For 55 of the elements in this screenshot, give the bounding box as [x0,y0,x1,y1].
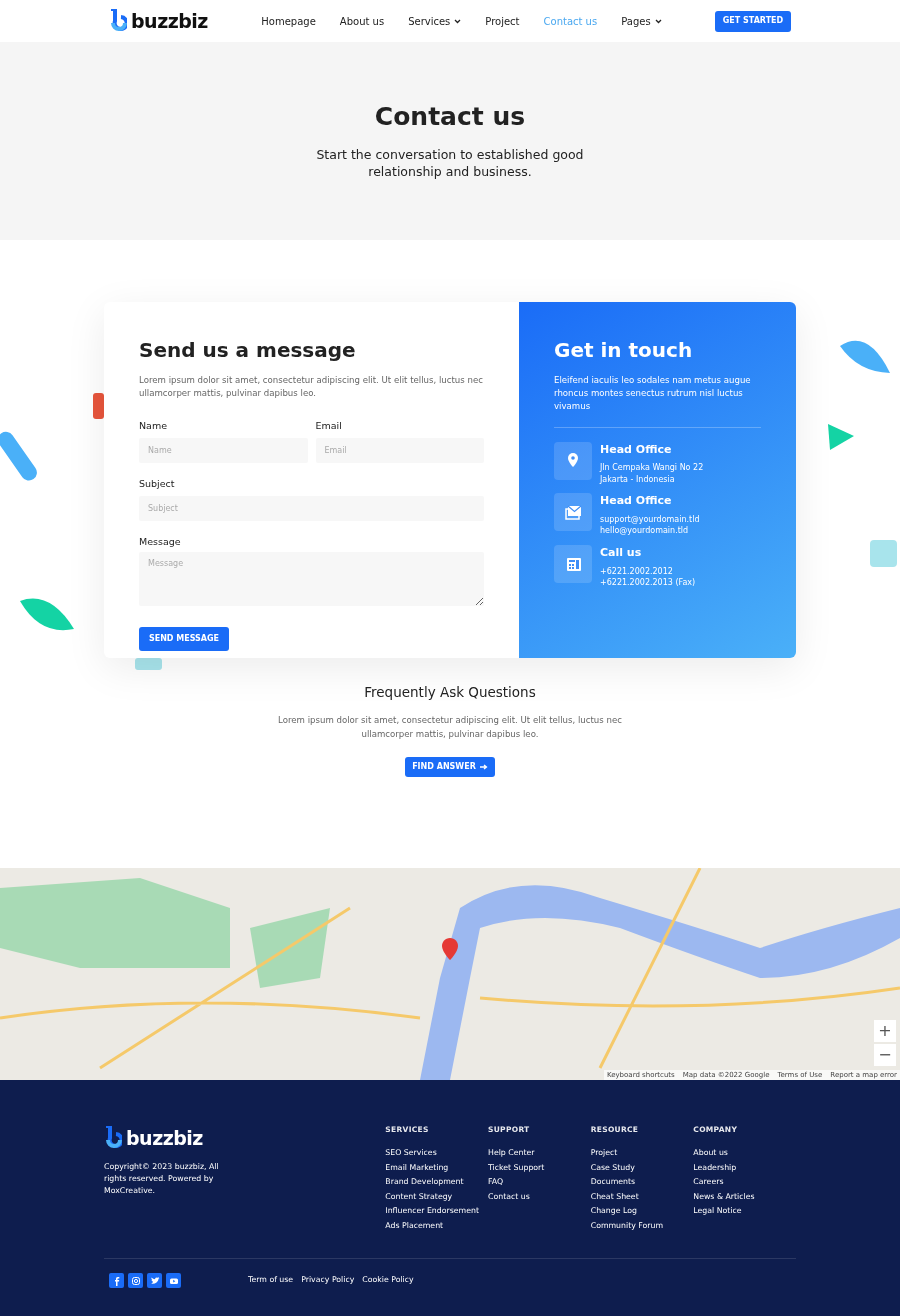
calculator-phone-icon [564,555,582,573]
input-field[interactable]: Name [139,437,308,463]
nav-link[interactable]: Services [408,13,462,29]
form-title: Send us a message [139,338,357,362]
find-answer-button[interactable]: FIND ANSWER [405,756,495,777]
decorative-shape [826,422,856,452]
field-label: Subject [139,476,176,491]
zoom-out-button[interactable]: − [874,1044,896,1066]
page-subtitle: Start the conversation to established good relationship and business. [315,145,585,181]
send-message-button[interactable]: SEND MESSAGE [139,627,229,652]
nav-link[interactable]: Pages [621,13,662,29]
instagram-icon [130,1275,141,1286]
arrow-right-icon [479,763,488,770]
logo-icon [104,1126,122,1151]
info-title: Head Office [600,493,673,510]
social-button[interactable] [166,1273,181,1289]
social-button[interactable] [109,1273,124,1289]
page-title: Contact us [374,101,526,132]
field-label: Message [139,535,182,550]
form-description: Lorem ipsum dolor sit amet, consectetur adipiscing elit. Ut elit tellus, luctus nec ullamcorper mattis, pulvinar dapibus leo. [139,374,484,401]
decorative-shape [93,393,104,419]
envelope-icon [564,503,582,521]
twitter-bird-icon [149,1275,160,1286]
contact-title: Get in touch [554,338,694,362]
info-title: Call us [600,545,643,562]
info-text: +6221.2002.2013 (Fax) [600,577,696,589]
input-field[interactable]: Email [315,437,484,463]
get-started-button[interactable]: GET STARTED [715,10,791,32]
info-text: Jln Cempaka Wangi No 22 [600,462,704,474]
info-text: hello@yourdomain.tld [600,525,690,538]
field-label: Name [139,418,169,433]
faq-title: Frequently Ask Questions [364,684,536,701]
zoom-in-button[interactable]: + [874,1020,896,1042]
brand-name: buzzbiz [131,8,208,34]
decorative-shape [20,596,75,632]
social-button[interactable] [128,1273,143,1289]
faq-description: Lorem ipsum dolor sit amet, consectetur adipiscing elit. Ut elit tellus, luctus nec ullamcorper mattis, pulvinar dapibus leo. [277,714,623,741]
field-label: Email [315,418,343,433]
info-text: Jakarta - Indonesia [600,473,676,486]
decorative-shape [135,658,162,670]
social-button[interactable] [147,1273,162,1289]
contact-description: Eleifend iaculis leo sodales nam metus augue rhoncus montes senectus rutrum nisl luctus vivamus [554,374,761,428]
caret-icon [454,18,462,24]
info-text: +6221.2002.2012 [600,565,674,578]
nav-link[interactable]: Homepage [261,13,316,29]
nav-link[interactable]: About us [339,13,385,29]
message-field[interactable]: Message [139,552,484,607]
input-field[interactable]: Subject [139,496,484,522]
nav-link[interactable]: Project [485,13,520,29]
decorative-shape [870,540,897,567]
info-title: Head Office [600,441,673,458]
brand-name: buzzbiz [126,1126,203,1151]
caret-icon [654,18,662,24]
info-text: support@yourdomain.tld [600,513,700,526]
logo-icon [109,9,127,33]
